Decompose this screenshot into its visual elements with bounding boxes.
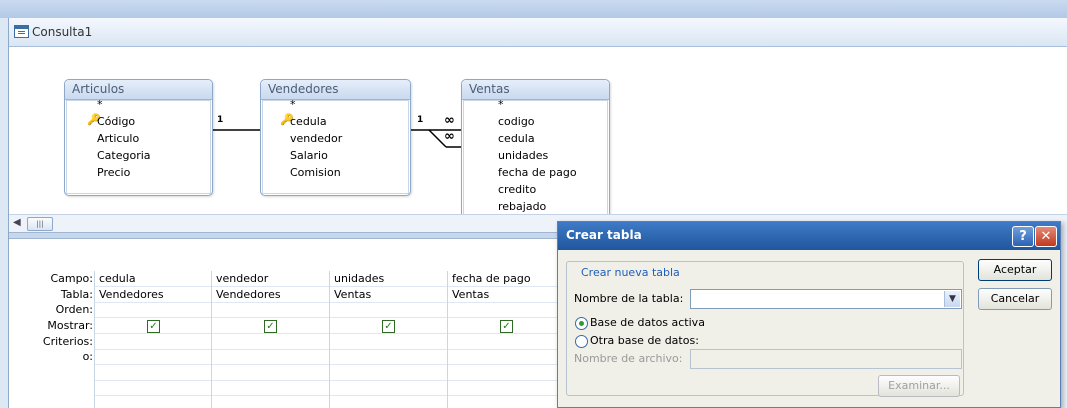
field-item[interactable]: unidades	[498, 148, 548, 164]
show-checkbox[interactable]: ✓	[264, 320, 277, 333]
active-db-label[interactable]: Base de datos activa	[590, 316, 705, 329]
row-label-campo: Campo:	[50, 272, 93, 285]
query-designer-pane: 1 1 ∞ ∞ Articulos * 🔑 Código Articulo Ca…	[9, 47, 1067, 229]
right-edge	[1060, 221, 1067, 408]
table-name: Vendedores	[268, 82, 339, 96]
table-header[interactable]: Ventas	[462, 80, 609, 100]
dialog-title: Crear tabla	[566, 228, 642, 242]
dialog-titlebar[interactable]: Crear tabla ? ✕	[558, 222, 1060, 250]
field-item[interactable]: rebajado	[498, 199, 546, 215]
field-item[interactable]: *	[290, 97, 296, 113]
close-button[interactable]: ✕	[1035, 226, 1057, 247]
show-checkbox[interactable]: ✓	[147, 320, 160, 333]
query-title: Consulta1	[32, 25, 93, 39]
table-name: Ventas	[469, 82, 510, 96]
table-header[interactable]: Articulos	[65, 80, 212, 100]
row-label-criterios: Criterios:	[42, 335, 93, 348]
field-list: * 🔑 Código Articulo Categoria Precio	[66, 97, 211, 194]
table-cell[interactable]: Ventas	[452, 287, 489, 303]
query-icon	[14, 25, 29, 38]
row-label-o: o:	[82, 350, 93, 363]
active-db-radio[interactable]	[575, 317, 588, 330]
field-item[interactable]: Comision	[290, 165, 341, 181]
top-strip	[0, 0, 1067, 18]
crear-tabla-dialog: Crear tabla ? ✕ Crear nueva tabla Nombre…	[557, 221, 1061, 408]
ok-button[interactable]: Aceptar	[978, 259, 1052, 281]
relation-many-label-2: ∞	[444, 129, 455, 144]
scrollbar-thumb[interactable]: |||	[27, 217, 53, 231]
table-cell[interactable]: Vendedores	[216, 287, 281, 303]
relation-one-label-2: 1	[417, 115, 424, 125]
field-list: * codigo cedula unidades fecha de pago c…	[463, 97, 608, 227]
row-label-mostrar: Mostrar:	[47, 319, 93, 332]
table-name-combobox[interactable]: ▼	[690, 289, 962, 309]
field-item[interactable]: *	[97, 97, 103, 113]
query-titlebar: Consulta1	[9, 18, 1067, 47]
dialog-body: Crear nueva tabla Nombre de la tabla: ▼ …	[558, 250, 1060, 407]
table-header[interactable]: Vendedores	[261, 80, 410, 100]
group-label: Crear nueva tabla	[579, 266, 682, 279]
file-name-label: Nombre de archivo:	[574, 352, 683, 365]
scroll-left-icon[interactable]: ◀	[13, 217, 21, 228]
cancel-button[interactable]: Cancelar	[978, 288, 1052, 310]
help-button[interactable]: ?	[1012, 226, 1034, 247]
field-item[interactable]: Código	[97, 114, 135, 130]
grid-column[interactable]: fecha de pago Ventas ✓	[447, 271, 565, 408]
field-item[interactable]: fecha de pago	[498, 165, 577, 181]
field-item[interactable]: credito	[498, 182, 536, 198]
field-cell[interactable]: unidades	[334, 271, 384, 287]
grid-column[interactable]: cedula Vendedores ✓	[94, 271, 212, 408]
row-label-orden: Orden:	[55, 303, 93, 316]
file-name-field	[690, 349, 962, 369]
field-item[interactable]: Salario	[290, 148, 328, 164]
field-item[interactable]: cedula	[290, 114, 327, 130]
table-box-vendedores[interactable]: Vendedores * 🔑 cedula vendedor Salario C…	[260, 79, 411, 196]
field-cell[interactable]: vendedor	[216, 271, 268, 287]
relation-one-label-1: 1	[217, 115, 224, 125]
table-name-label: Nombre de la tabla:	[574, 292, 684, 305]
show-checkbox[interactable]: ✓	[500, 320, 513, 333]
grid-column[interactable]: vendedor Vendedores ✓	[211, 271, 329, 408]
table-cell[interactable]: Vendedores	[99, 287, 164, 303]
table-box-articulos[interactable]: Articulos * 🔑 Código Articulo Categoria …	[64, 79, 213, 196]
other-db-radio[interactable]	[575, 335, 588, 348]
show-checkbox[interactable]: ✓	[382, 320, 395, 333]
field-item[interactable]: cedula	[498, 131, 535, 147]
field-item[interactable]: codigo	[498, 114, 535, 130]
field-cell[interactable]: fecha de pago	[452, 271, 531, 287]
field-item[interactable]: Categoria	[97, 148, 151, 164]
row-label-tabla: Tabla:	[60, 288, 93, 301]
other-db-label[interactable]: Otra base de datos:	[590, 334, 699, 347]
field-item[interactable]: Precio	[97, 165, 130, 181]
table-box-ventas[interactable]: Ventas * codigo cedula unidades fecha de…	[461, 79, 610, 229]
field-item[interactable]: Articulo	[97, 131, 139, 147]
relation-many-label-1: ∞	[444, 113, 455, 128]
grid-column[interactable]: unidades Ventas ✓	[329, 271, 447, 408]
table-cell[interactable]: Ventas	[334, 287, 371, 303]
field-item[interactable]: vendedor	[290, 131, 342, 147]
browse-button: Examinar...	[878, 375, 960, 397]
new-table-group: Crear nueva tabla Nombre de la tabla: ▼ …	[566, 261, 964, 397]
table-name: Articulos	[72, 82, 125, 96]
field-cell[interactable]: cedula	[99, 271, 136, 287]
field-item[interactable]: *	[498, 97, 504, 113]
field-list: * 🔑 cedula vendedor Salario Comision	[262, 97, 409, 194]
chevron-down-icon[interactable]: ▼	[944, 291, 960, 307]
